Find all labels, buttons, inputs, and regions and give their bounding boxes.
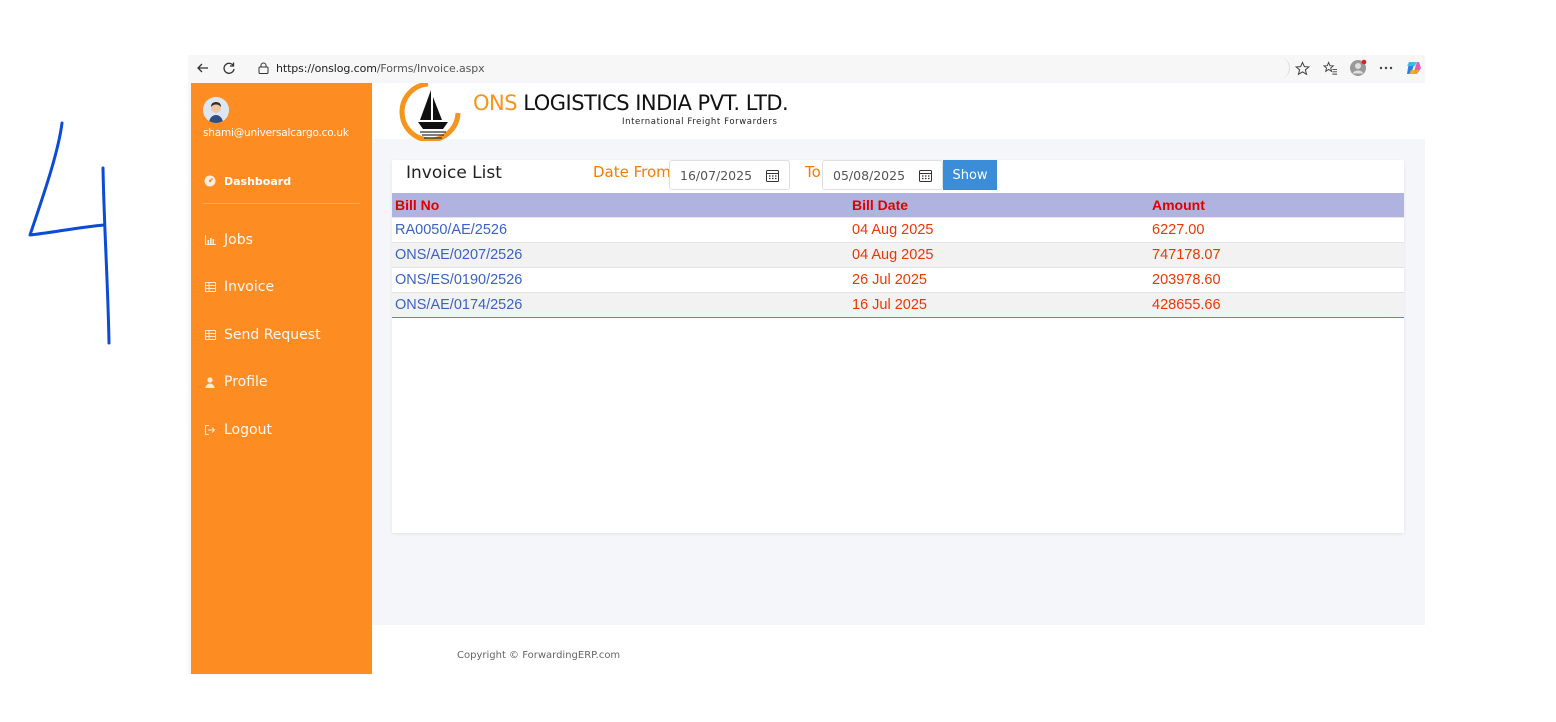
dashboard-icon — [203, 174, 217, 188]
url-domain: https://onslog.com — [276, 61, 377, 75]
bill-date-cell: 04 Aug 2025 — [852, 247, 934, 263]
url-path: /Forms/Invoice.aspx — [376, 61, 485, 75]
bill-no-link[interactable]: RA0050/AE/2526 — [392, 222, 848, 238]
column-header-bill-no[interactable]: Bill No — [392, 197, 848, 213]
table-icon — [203, 280, 217, 294]
date-to-label: To — [805, 163, 821, 181]
top-header: ONS LOGISTICS INDIA PVT. LTD. Internatio… — [372, 83, 1425, 141]
date-to-input[interactable]: 05/08/2025 — [822, 160, 943, 190]
bill-no-link[interactable]: ONS/AE/0207/2526 — [392, 247, 848, 263]
page-footer: Copyright © ForwardingERP.com — [372, 625, 1425, 674]
bill-date-cell: 26 Jul 2025 — [852, 272, 927, 288]
star-icon[interactable] — [1291, 57, 1313, 79]
chart-icon — [203, 233, 217, 247]
sidebar-item-label: Logout — [224, 422, 272, 438]
user-icon — [203, 375, 217, 389]
table-row[interactable]: RA0050/AE/2526 04 Aug 2025 6227.00 — [392, 217, 1404, 242]
sidebar-item-label: Jobs — [224, 232, 253, 248]
bill-no-link[interactable]: ONS/ES/0190/2526 — [392, 272, 848, 288]
sidebar-item-label: Invoice — [224, 279, 275, 295]
company-tagline: International Freight Forwarders — [622, 117, 778, 127]
copilot-icon[interactable] — [1403, 57, 1425, 79]
lock-icon — [256, 61, 270, 75]
amount-cell: 6227.00 — [1152, 222, 1205, 238]
company-name-ons: ONS — [473, 91, 518, 115]
date-from-input[interactable]: 16/07/2025 — [669, 160, 790, 190]
sidebar-item-label: Send Request — [224, 327, 321, 343]
amount-cell: 428655.66 — [1152, 297, 1221, 313]
amount-cell: 747178.07 — [1152, 247, 1221, 263]
sidebar-item-logout[interactable]: Logout — [203, 422, 272, 438]
sidebar-item-send-request[interactable]: Send Request — [203, 327, 321, 343]
table-row[interactable]: ONS/AE/0174/2526 16 Jul 2025 428655.66 — [392, 292, 1404, 317]
url-field[interactable]: https://onslog.com/Forms/Invoice.aspx — [248, 57, 1290, 79]
table-row[interactable]: ONS/ES/0190/2526 26 Jul 2025 203978.60 — [392, 267, 1404, 292]
bill-no-link[interactable]: ONS/AE/0174/2526 — [392, 297, 848, 313]
table-header: Bill No Bill Date Amount — [392, 193, 1404, 217]
sidebar-item-label: Profile — [224, 374, 268, 390]
address-bar: https://onslog.com/Forms/Invoice.aspx — [188, 55, 1425, 81]
handwritten-mark — [28, 121, 111, 345]
company-name-rest: LOGISTICS INDIA PVT. LTD. — [523, 91, 789, 115]
column-header-amount[interactable]: Amount — [1148, 197, 1404, 213]
bill-date-cell: 16 Jul 2025 — [852, 297, 927, 313]
table-row[interactable]: ONS/AE/0207/2526 04 Aug 2025 747178.07 — [392, 242, 1404, 267]
sidebar-divider — [203, 203, 360, 204]
invoice-card: Invoice List Date From 16/07/2025 To 05/… — [392, 160, 1404, 533]
refresh-icon[interactable] — [218, 57, 240, 79]
calendar-icon[interactable] — [919, 169, 932, 182]
sidebar-item-invoice[interactable]: Invoice — [203, 279, 274, 295]
amount-cell: 203978.60 — [1152, 272, 1221, 288]
invoice-table: Bill No Bill Date Amount RA0050/AE/2526 … — [392, 193, 1404, 318]
company-name: ONS LOGISTICS INDIA PVT. LTD. — [473, 91, 789, 115]
browser-window: https://onslog.com/Forms/Invoice.aspx sh… — [188, 55, 1425, 674]
table-icon — [203, 328, 217, 342]
copyright-text: Copyright © ForwardingERP.com — [457, 650, 621, 661]
favorites-icon[interactable] — [1319, 57, 1341, 79]
date-from-value: 16/07/2025 — [680, 167, 753, 183]
sidebar-item-dashboard[interactable]: Dashboard — [203, 174, 291, 188]
company-logo — [399, 83, 461, 141]
browser-toolbar — [1291, 57, 1425, 79]
user-profile — [203, 97, 229, 123]
more-icon[interactable] — [1375, 57, 1397, 79]
sidebar-item-profile[interactable]: Profile — [203, 374, 268, 390]
back-icon[interactable] — [192, 57, 214, 79]
sidebar-item-jobs[interactable]: Jobs — [203, 232, 253, 248]
screen: https://onslog.com/Forms/Invoice.aspx sh… — [0, 0, 1556, 722]
date-to-value: 05/08/2025 — [833, 167, 906, 183]
sidebar-item-label: Dashboard — [224, 174, 292, 188]
page-title: Invoice List — [406, 163, 502, 183]
date-from-label: Date From — [593, 163, 671, 181]
profile-icon[interactable] — [1347, 57, 1369, 79]
sign-out-icon — [203, 423, 217, 437]
sidebar: shami@universalcargo.co.uk Dashboard Job… — [191, 83, 372, 674]
avatar[interactable] — [203, 97, 229, 123]
show-button[interactable]: Show — [943, 160, 997, 190]
bill-date-cell: 04 Aug 2025 — [852, 222, 934, 238]
calendar-icon[interactable] — [766, 169, 779, 182]
column-header-bill-date[interactable]: Bill Date — [848, 197, 1148, 213]
user-email: shami@universalcargo.co.uk — [203, 127, 349, 139]
url-text: https://onslog.com/Forms/Invoice.aspx — [276, 62, 485, 75]
